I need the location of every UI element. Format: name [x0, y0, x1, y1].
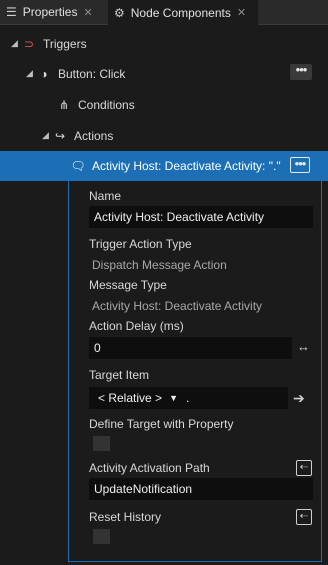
tab-properties-label: Properties: [22, 5, 78, 19]
node-components-icon: ⚙: [114, 5, 125, 20]
name-label: Name: [89, 189, 122, 203]
triggers-label: Triggers: [43, 36, 87, 51]
selected-action-label: Activity Host: Deactivate Activity: ".": [92, 159, 281, 173]
activation-path-label: Activity Activation Path: [89, 461, 210, 475]
tab-bar: ☰ Properties ✕ ⚙ Node Components ✕: [0, 0, 328, 25]
actions-icon: ↪: [54, 128, 66, 143]
close-icon[interactable]: ✕: [237, 6, 246, 19]
tree-row-conditions[interactable]: ⋔ Conditions: [0, 89, 328, 120]
bind-property-icon[interactable]: ⇠: [296, 460, 312, 476]
button-click-label: Button: Click: [58, 66, 126, 81]
expand-arrow-icon[interactable]: ◢: [11, 38, 21, 49]
define-target-label: Define Target with Property: [89, 417, 234, 431]
tab-node-components-label: Node Components: [130, 5, 231, 20]
expand-arrow-icon[interactable]: ◢: [42, 130, 52, 141]
trigger-icon: ⊃: [23, 36, 35, 51]
drag-adjust-icon[interactable]: ↔: [297, 339, 310, 354]
trigger-action-type-value: Dispatch Message Action: [92, 258, 227, 272]
tree-row-selected-action[interactable]: 🗨 Activity Host: Deactivate Activity: ".…: [0, 151, 328, 181]
target-item-label: Target Item: [89, 368, 150, 382]
tree-row-actions[interactable]: ◢ ↪ Actions: [0, 120, 328, 151]
tree-row-button-click[interactable]: ◢ ◑ Button: Click •••: [0, 58, 328, 89]
target-item-dropdown-value: < Relative >: [98, 391, 163, 405]
name-field[interactable]: Activity Host: Deactivate Activity: [89, 206, 313, 228]
chevron-down-icon: ▼: [169, 393, 178, 403]
more-options-button[interactable]: •••: [290, 63, 312, 80]
tab-node-components[interactable]: ⚙ Node Components ✕: [108, 0, 258, 25]
message-icon: 🗨: [70, 159, 86, 173]
expand-arrow-icon[interactable]: ◢: [26, 68, 36, 79]
activation-path-field[interactable]: UpdateNotification: [89, 478, 313, 500]
message-type-label: Message Type: [89, 278, 167, 292]
close-icon[interactable]: ✕: [83, 6, 92, 19]
more-options-button[interactable]: •••: [290, 157, 310, 173]
message-type-value: Activity Host: Deactivate Activity: [92, 299, 263, 313]
define-target-checkbox[interactable]: [93, 436, 110, 451]
bind-property-icon[interactable]: ⇠: [296, 509, 312, 525]
target-item-dropdown[interactable]: < Relative > ▼: [89, 387, 186, 409]
action-delay-label: Action Delay (ms): [89, 319, 184, 333]
action-delay-field[interactable]: 0: [89, 337, 292, 359]
conditions-icon: ⋔: [58, 97, 70, 112]
reset-history-label: Reset History: [89, 510, 162, 524]
reset-history-checkbox[interactable]: [93, 529, 110, 544]
actions-label: Actions: [74, 128, 114, 143]
target-item-path-field[interactable]: .: [186, 387, 288, 409]
trigger-action-type-label: Trigger Action Type: [89, 237, 192, 251]
tab-properties[interactable]: ☰ Properties ✕: [6, 0, 104, 24]
conditions-label: Conditions: [78, 97, 135, 112]
tree-row-triggers[interactable]: ◢ ⊃ Triggers: [0, 28, 328, 59]
mouse-click-icon: ◑: [40, 66, 48, 81]
list-icon: ☰: [6, 5, 17, 19]
pick-target-icon[interactable]: ➔: [293, 390, 305, 407]
